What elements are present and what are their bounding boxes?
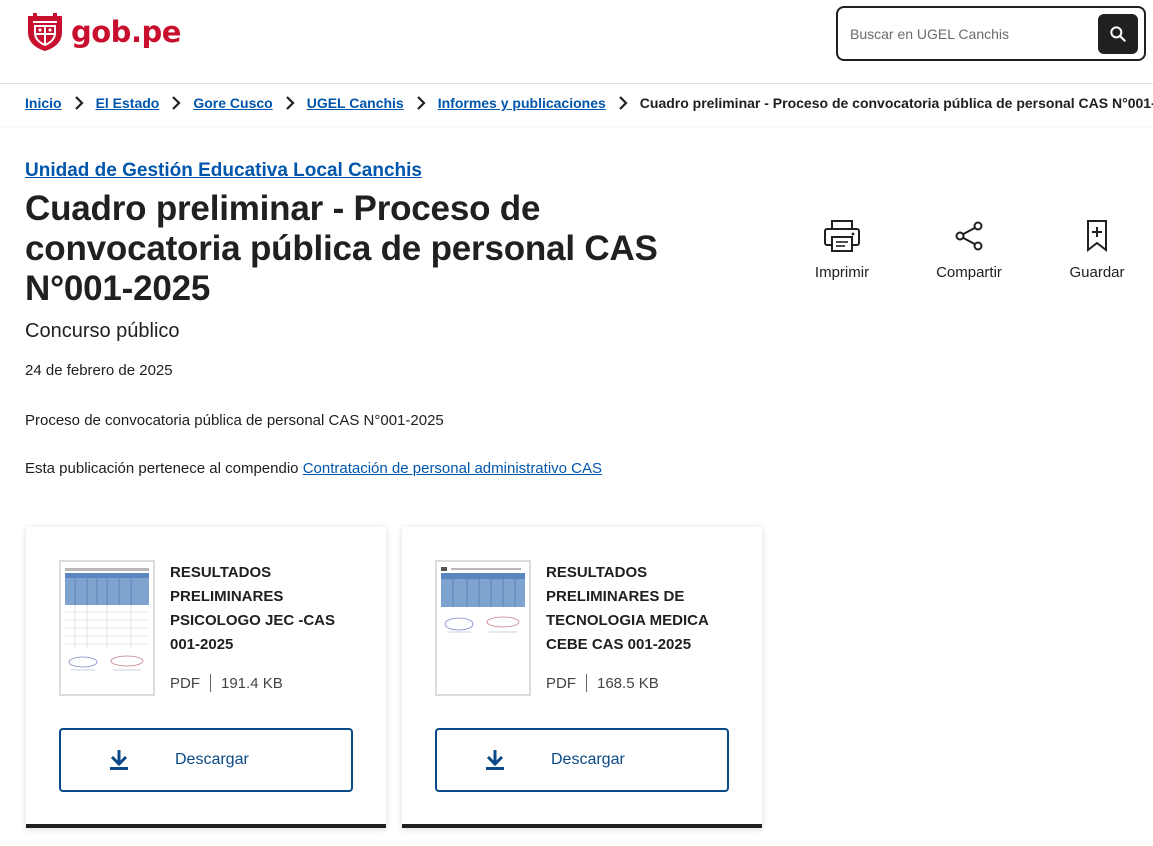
- chevron-right-icon: [416, 96, 426, 110]
- document-size: 191.4 KB: [221, 674, 283, 692]
- chevron-right-icon: [171, 96, 181, 110]
- meta-divider: [210, 674, 211, 692]
- chevron-right-icon: [74, 96, 84, 110]
- pdf-thumbnail[interactable]: [435, 560, 531, 696]
- breadcrumb-el-estado[interactable]: El Estado: [96, 95, 160, 111]
- share-action[interactable]: Compartir: [914, 218, 1024, 281]
- document-meta: PDF 168.5 KB: [546, 674, 659, 692]
- breadcrumb-informes[interactable]: Informes y publicaciones: [438, 95, 606, 111]
- shield-icon: [28, 13, 62, 51]
- search-icon: [1110, 26, 1126, 42]
- breadcrumb: Inicio El Estado Gore Cusco UGEL Canchis…: [25, 95, 1153, 111]
- document-card: RESULTADOS PRELIMINARES PSICOLOGO JEC -C…: [26, 527, 386, 828]
- breadcrumb-inicio[interactable]: Inicio: [25, 95, 62, 111]
- share-icon: [955, 221, 983, 251]
- download-icon: [486, 750, 504, 770]
- document-format: PDF: [170, 674, 200, 692]
- chevron-right-icon: [618, 96, 628, 110]
- bookmark-icon: [1087, 220, 1107, 253]
- download-icon: [110, 750, 128, 770]
- download-button[interactable]: Descargar: [59, 728, 353, 792]
- printer-icon: [824, 220, 860, 252]
- share-label: Compartir: [936, 264, 1002, 281]
- document-format: PDF: [546, 674, 576, 692]
- gob-pe-logo[interactable]: gob.pe: [25, 12, 181, 52]
- download-label: Descargar: [551, 751, 625, 768]
- download-label: Descargar: [175, 751, 249, 768]
- breadcrumb-current: Cuadro preliminar - Proceso de convocato…: [639, 95, 1153, 111]
- document-size: 168.5 KB: [597, 674, 659, 692]
- org-link[interactable]: Unidad de Gestión Educativa Local Canchi…: [25, 160, 422, 182]
- logo-text: gob.pe: [71, 15, 181, 49]
- compendium-prefix: Esta publicación pertenece al compendio: [25, 460, 299, 477]
- document-meta: PDF 191.4 KB: [170, 674, 283, 692]
- pdf-preview-image: [61, 562, 153, 694]
- save-action[interactable]: Guardar: [1042, 218, 1152, 281]
- save-label: Guardar: [1069, 264, 1125, 281]
- site-header: gob.pe: [0, 0, 1153, 84]
- page-subtitle: Concurso público: [25, 320, 180, 342]
- search-box: [836, 6, 1146, 61]
- pdf-preview-image: [437, 562, 529, 694]
- print-action[interactable]: Imprimir: [787, 218, 897, 281]
- breadcrumb-ugel-canchis[interactable]: UGEL Canchis: [307, 95, 404, 111]
- document-title: RESULTADOS PRELIMINARES PSICOLOGO JEC -C…: [170, 564, 336, 653]
- meta-divider: [586, 674, 587, 692]
- print-label: Imprimir: [814, 264, 870, 281]
- search-input[interactable]: [850, 8, 1090, 59]
- compendium-link[interactable]: Contratación de personal administrativo …: [303, 460, 602, 477]
- document-title: RESULTADOS PRELIMINARES DE TECNOLOGIA ME…: [546, 564, 709, 653]
- chevron-right-icon: [285, 96, 295, 110]
- page-title: Cuadro preliminar - Proceso de convocato…: [25, 189, 658, 308]
- breadcrumb-bar: Inicio El Estado Gore Cusco UGEL Canchis…: [0, 84, 1153, 126]
- pdf-thumbnail[interactable]: [59, 560, 155, 696]
- document-card: RESULTADOS PRELIMINARES DE TECNOLOGIA ME…: [402, 527, 762, 828]
- publication-date: 24 de febrero de 2025: [25, 362, 173, 379]
- download-button[interactable]: Descargar: [435, 728, 729, 792]
- page-description: Proceso de convocatoria pública de perso…: [25, 412, 444, 429]
- breadcrumb-gore-cusco[interactable]: Gore Cusco: [193, 95, 272, 111]
- compendium-text: Esta publicación pertenece al compendio …: [25, 460, 602, 477]
- search-button[interactable]: [1098, 14, 1138, 54]
